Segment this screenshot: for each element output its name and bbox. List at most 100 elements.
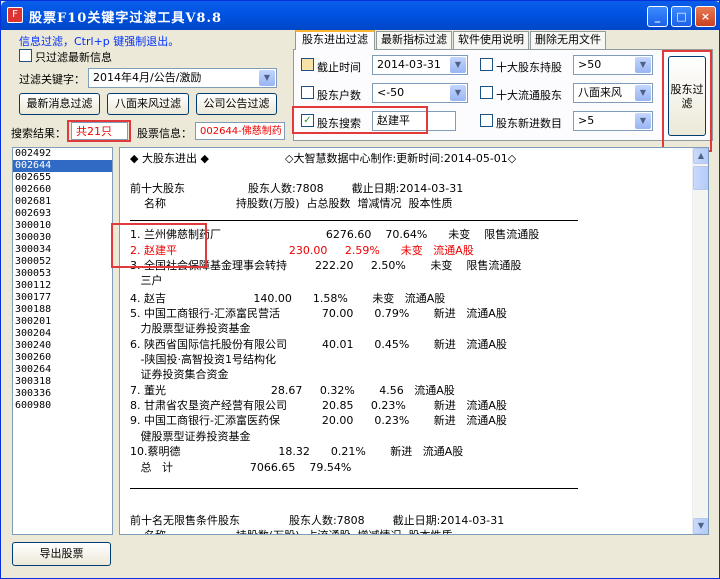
content-line: 证券投资集合资金 (130, 368, 229, 381)
content-line: -陕国投·高智投资1号结构化 (130, 353, 276, 366)
new-holder-checkbox[interactable] (480, 114, 493, 127)
list-item[interactable]: 002492 (13, 148, 112, 160)
latest-only-checkbox[interactable] (19, 49, 32, 62)
chevron-down-icon: ▼ (635, 113, 651, 129)
keyword-select[interactable]: 2014年4月/公告/激励 ▼ (88, 68, 277, 88)
list-item[interactable]: 600980 (13, 400, 112, 412)
list-item[interactable]: 300264 (13, 364, 112, 376)
highlight-search-box (292, 106, 428, 134)
content-line: 名称 持股数(万股) 占总股数 增减情况 股本性质 (130, 197, 453, 210)
content-line: 名称 持股数(万股) 占流通股 增减情况 股本性质 (130, 529, 453, 534)
list-item[interactable]: 002681 (13, 196, 112, 208)
content-line: 前十大股东 股东人数:7808 截止日期:2014-03-31 (130, 182, 464, 195)
latest-news-filter-button[interactable]: 最新消息过滤 (19, 93, 100, 115)
list-item[interactable]: 002660 (13, 184, 112, 196)
content-line: 总 计 7066.65 79.54% (130, 461, 352, 474)
cutoff-select[interactable]: 2014-03-31 ▼ (372, 55, 468, 75)
top10-checkbox[interactable] (480, 58, 493, 71)
divider (130, 488, 578, 489)
highlight-holder-box (111, 223, 207, 268)
content-line: 力股票型证券投资基金 (130, 322, 251, 335)
chevron-down-icon: ▼ (450, 85, 466, 101)
top10-value: >50 (578, 58, 602, 71)
list-item[interactable]: 300240 (13, 340, 112, 352)
f10-content[interactable]: ◆ 大股东进出 ◆ ◇大智慧数据中心制作:更新时间:2014-05-01◇ 前十… (119, 147, 709, 535)
list-item[interactable]: 002644 (13, 160, 112, 172)
minimize-button[interactable]: _ (647, 6, 668, 27)
cutoff-label: 截止时间 (317, 61, 361, 74)
list-item[interactable]: 300318 (13, 376, 112, 388)
stock-list[interactable]: 002492 002644 002655 002660 002681 002693 3000… (12, 147, 113, 535)
content-line: 5. 中国工商银行-汇添富民营活 70.00 0.79% 新进 流通A股 (130, 307, 507, 320)
list-item[interactable]: 300052 (13, 256, 112, 268)
content-line: 7. 董光 28.67 0.32% 4.56 流通A股 (130, 384, 455, 397)
list-item[interactable]: 300053 (13, 268, 112, 280)
top10-label: 十大股东持股 (496, 61, 562, 74)
app-window: F 股票F10关键字过滤工具V8.8 _ □ × 信息过滤，Ctrl+p 键强制… (0, 0, 720, 579)
new-holder-value: >5 (578, 114, 595, 127)
chevron-down-icon: ▼ (635, 85, 651, 101)
content-line: 8. 甘肃省农垦资产经营有限公司 20.85 0.23% 新进 流通A股 (130, 399, 507, 412)
new-holder-label: 股东新进数目 (496, 117, 562, 130)
stock-info-label: 股票信息： (137, 127, 192, 140)
holders-value: <-50 (377, 86, 405, 99)
list-item[interactable]: 300112 (13, 280, 112, 292)
scroll-down-icon[interactable]: ▼ (693, 518, 708, 534)
cutoff-checkbox[interactable] (301, 58, 314, 71)
list-item[interactable]: 300177 (13, 292, 112, 304)
result-label: 搜索结果： (11, 127, 66, 140)
eight-winds-filter-button[interactable]: 八面来风过滤 (107, 93, 189, 115)
holders-label: 股东户数 (317, 89, 361, 102)
top10-float-checkbox[interactable] (480, 86, 493, 99)
keyword-value: 2014年4月/公告/激励 (93, 71, 202, 84)
top10-float-value: 八面来风 (578, 86, 622, 99)
content-line: 4. 赵吉 140.00 1.58% 未变 流通A股 (130, 292, 446, 305)
close-button[interactable]: × (695, 6, 716, 27)
export-stocks-button[interactable]: 导出股票 (12, 542, 111, 566)
new-holder-select[interactable]: >5 ▼ (573, 111, 653, 131)
title-bar: F 股票F10关键字过滤工具V8.8 _ □ × (1, 1, 720, 30)
top10-float-label: 十大流通股东 (496, 89, 562, 102)
content-line: 健股票型证券投资基金 (130, 430, 251, 443)
tab-delete-files[interactable]: 删除无用文件 (530, 31, 606, 49)
content-line: 10.蔡明德 18.32 0.21% 新进 流通A股 (130, 445, 464, 458)
list-item[interactable]: 002655 (13, 172, 112, 184)
app-icon: F (7, 7, 23, 23)
highlight-result-box (67, 120, 131, 142)
list-item[interactable]: 300034 (13, 244, 112, 256)
divider (130, 220, 578, 221)
tab-indicator-filter[interactable]: 最新指标过滤 (376, 31, 452, 49)
content-line: 9. 中国工商银行-汇添富医药保 20.00 0.23% 新进 流通A股 (130, 414, 507, 427)
scroll-thumb[interactable] (693, 166, 708, 190)
list-item[interactable]: 300188 (13, 304, 112, 316)
list-item[interactable]: 300030 (13, 232, 112, 244)
cutoff-value: 2014-03-31 (377, 58, 441, 71)
holders-select[interactable]: <-50 ▼ (372, 83, 468, 103)
maximize-button[interactable]: □ (671, 6, 692, 27)
chevron-down-icon: ▼ (259, 70, 275, 86)
vertical-scrollbar[interactable]: ▲ ▼ (692, 148, 708, 534)
top10-float-select[interactable]: 八面来风 ▼ (573, 83, 653, 103)
content-line: 6. 陕西省国际信托股份有限公司 40.01 0.45% 新进 流通A股 (130, 338, 507, 351)
list-item[interactable]: 300336 (13, 388, 112, 400)
chevron-down-icon: ▼ (450, 57, 466, 73)
list-item[interactable]: 300260 (13, 352, 112, 364)
tab-usage[interactable]: 软件使用说明 (453, 31, 529, 49)
scroll-up-icon[interactable]: ▲ (693, 148, 708, 164)
content-line: 三户 (130, 274, 163, 287)
list-item[interactable]: 300201 (13, 316, 112, 328)
list-item[interactable]: 300204 (13, 328, 112, 340)
stock-info-value: 002644-佛慈制药 (195, 122, 285, 140)
tab-holder-filter[interactable]: 股东进出过滤 (295, 30, 375, 50)
window-title: 股票F10关键字过滤工具V8.8 (29, 11, 223, 26)
keyword-label: 过滤关键字： (19, 73, 85, 86)
highlight-filter-button (662, 50, 712, 152)
holders-checkbox[interactable] (301, 86, 314, 99)
list-item[interactable]: 002693 (13, 208, 112, 220)
hint-text: 信息过滤，Ctrl+p 键强制退出。 (19, 35, 180, 48)
content-source: ◇大智慧数据中心制作:更新时间:2014-05-01◇ (285, 152, 517, 165)
content-header: ◆ 大股东进出 ◆ (130, 152, 209, 165)
company-notice-filter-button[interactable]: 公司公告过滤 (196, 93, 277, 115)
list-item[interactable]: 300010 (13, 220, 112, 232)
top10-select[interactable]: >50 ▼ (573, 55, 653, 75)
